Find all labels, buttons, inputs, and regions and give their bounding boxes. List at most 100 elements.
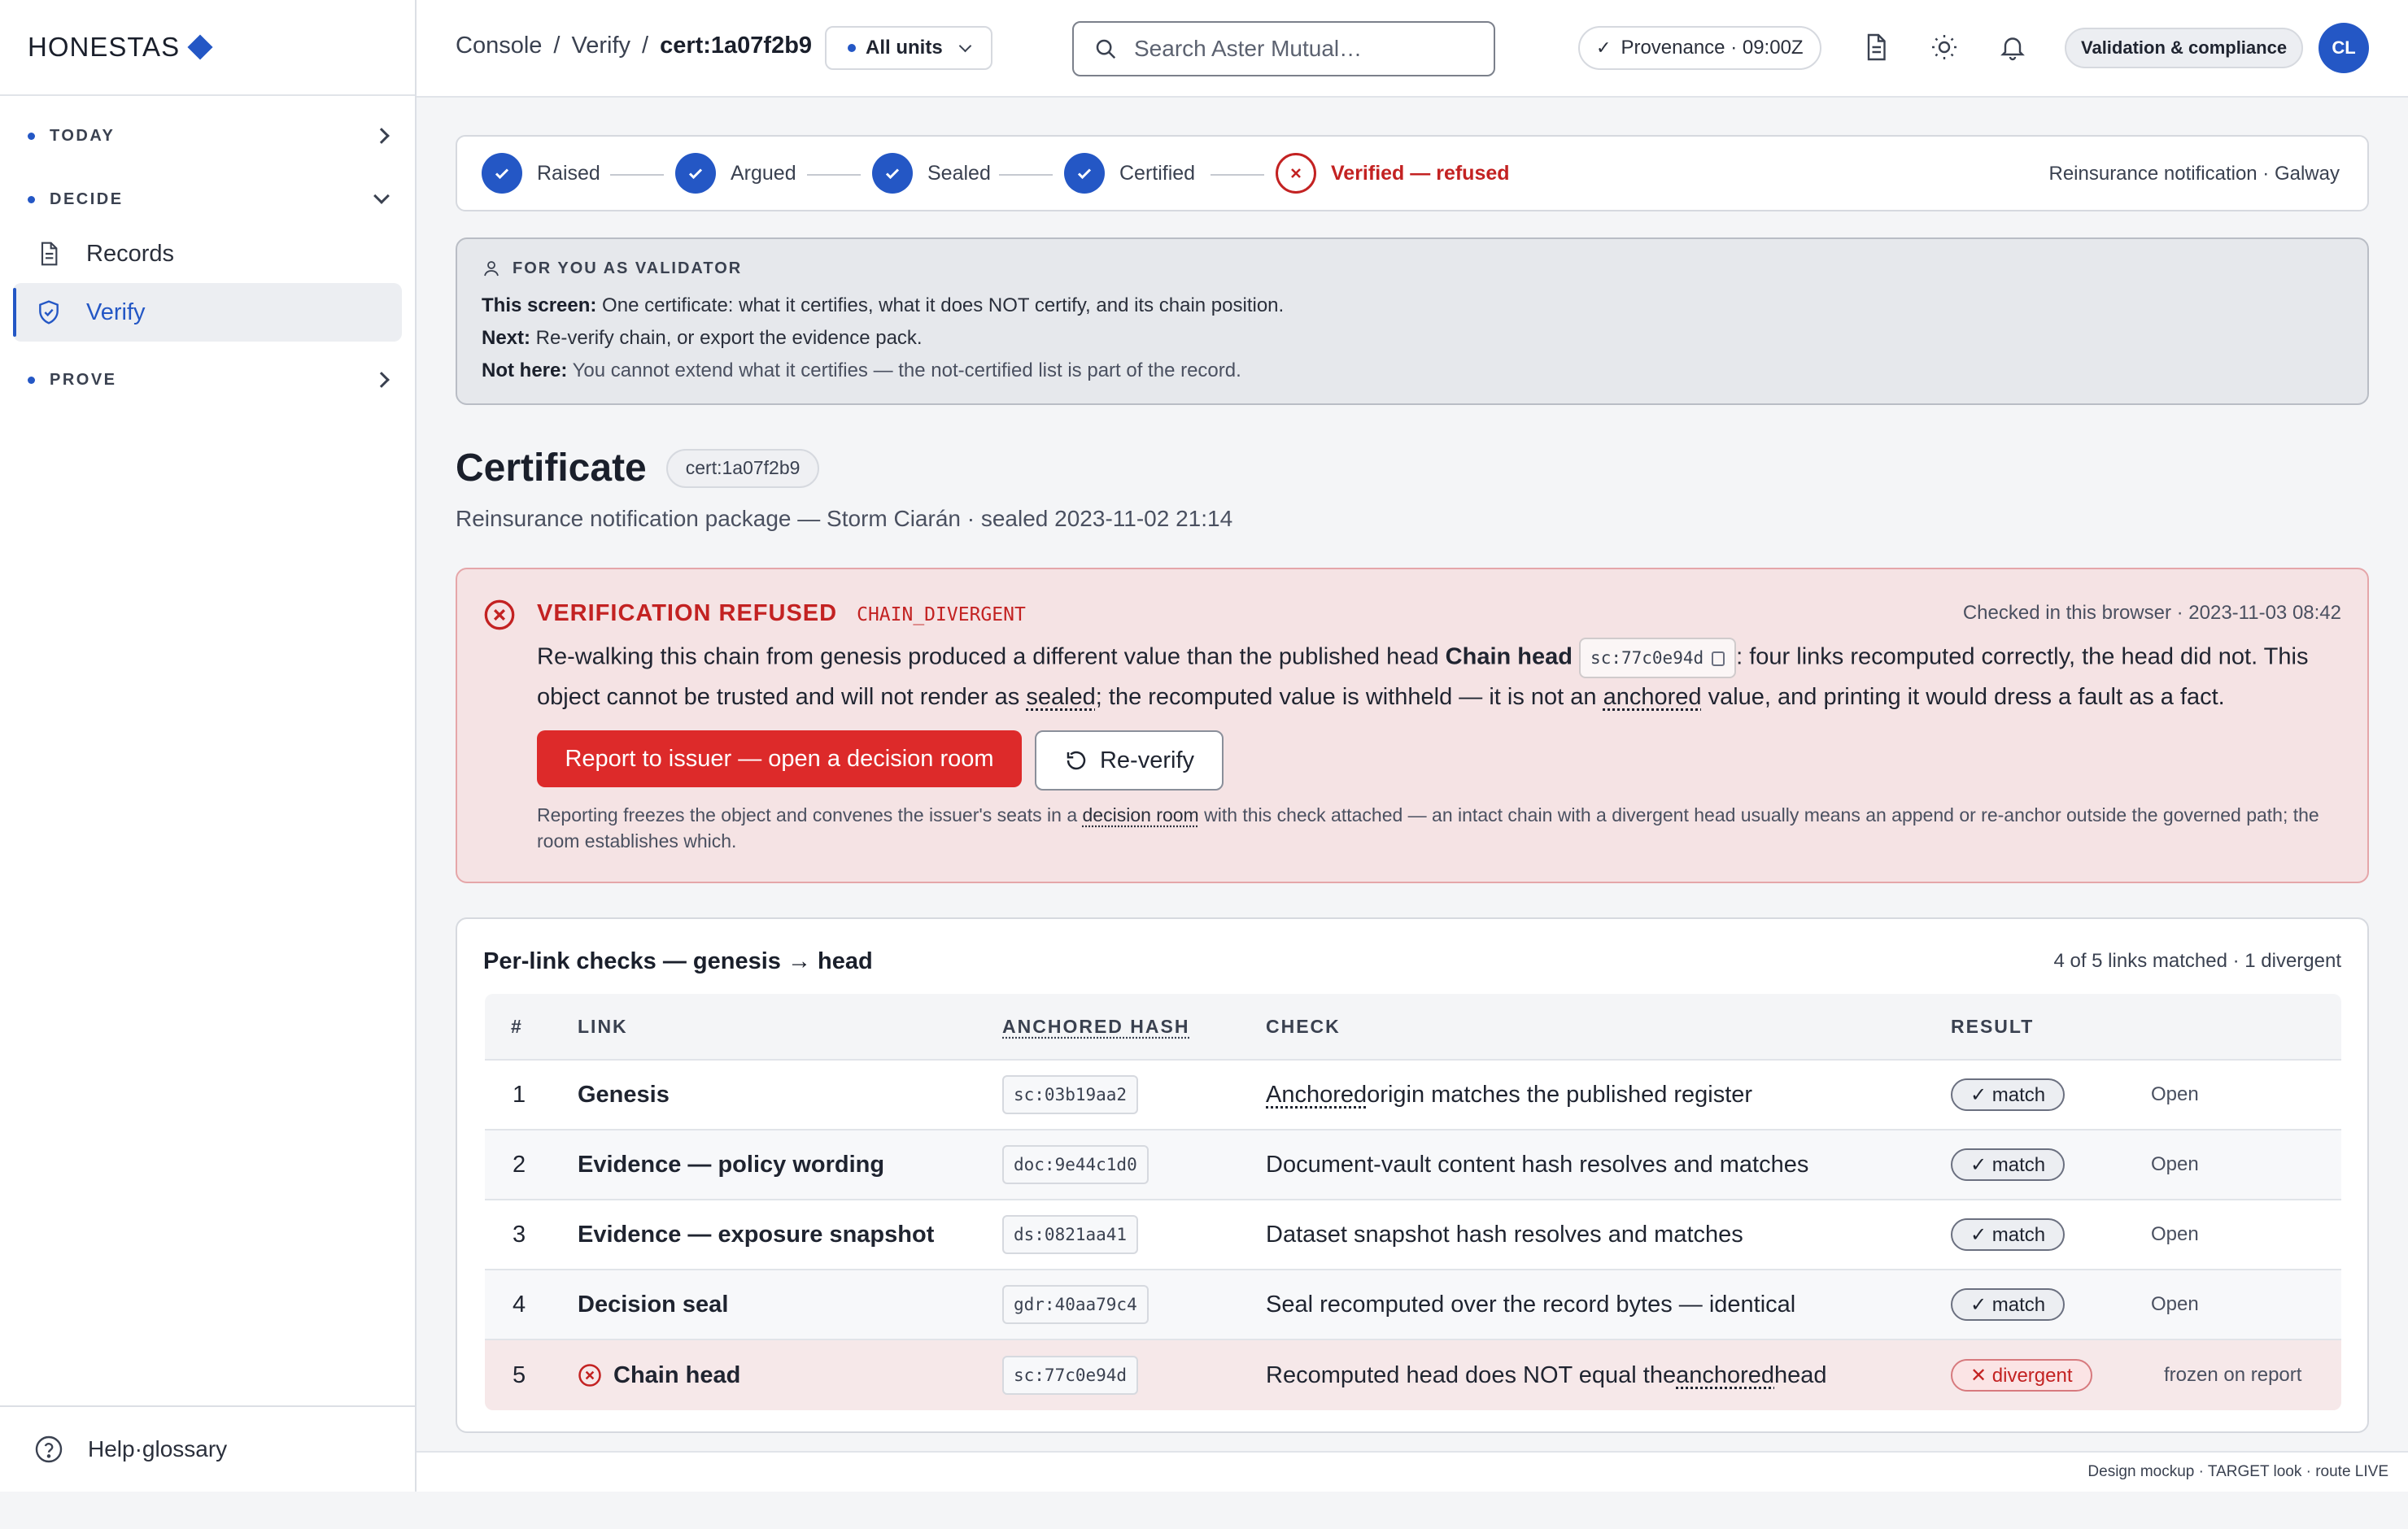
open-link[interactable]: Open xyxy=(2151,1223,2199,1246)
glossary-sealed[interactable]: sealed xyxy=(1026,684,1095,710)
certificate-id-pill[interactable]: cert:1a07f2b9 xyxy=(665,448,820,488)
section-dot-icon xyxy=(28,132,35,140)
open-link[interactable]: Open xyxy=(2151,1153,2199,1176)
row-check: Anchored origin matches the published re… xyxy=(1266,1081,1753,1109)
row-hash[interactable]: doc:9e44c1d0 xyxy=(1002,1145,1149,1184)
stepper-note: Reinsurance notification · Galway xyxy=(2048,163,2340,185)
row-hash[interactable]: sc:03b19aa2 xyxy=(1002,1075,1139,1114)
provenance-label: Provenance · 09:00Z xyxy=(1621,37,1804,59)
row-number: 3 xyxy=(513,1221,526,1248)
avatar[interactable]: CL xyxy=(2319,23,2369,73)
nav-section-label: PROVE xyxy=(50,370,117,389)
checked-timestamp: Checked in this browser · 2023-11-03 08:… xyxy=(1962,602,2341,624)
step-connector xyxy=(1211,174,1264,176)
table-row[interactable]: 4 Decision seal gdr:40aa79c4 Seal recomp… xyxy=(485,1270,2341,1340)
row-hash[interactable]: ds:0821aa41 xyxy=(1002,1215,1139,1254)
chevron-down-icon xyxy=(958,39,971,52)
refusal-footnote: Reporting freezes the object and convene… xyxy=(537,804,2319,852)
row-number: 1 xyxy=(513,1081,526,1108)
per-link-checks-card: Per-link checks — genesis → head 4 of 5 … xyxy=(456,917,2369,1433)
row-check: Document-vault content hash resolves and… xyxy=(1266,1151,1809,1178)
open-link[interactable]: Open xyxy=(2151,1293,2199,1316)
breadcrumb-separator: / xyxy=(642,33,649,59)
glossary-anchored[interactable]: anchored xyxy=(1603,684,1702,710)
sidebar-item-label: Verify xyxy=(86,298,146,325)
check-icon: ✓ xyxy=(1596,37,1612,58)
step-check-icon xyxy=(1064,153,1105,194)
glossary-anchored[interactable]: Anchored xyxy=(1266,1082,1367,1109)
sidebar-item-verify[interactable]: Verify xyxy=(13,283,402,342)
sidebar-item-records[interactable]: Records xyxy=(13,224,402,283)
glossary-anchored[interactable]: anchored xyxy=(1676,1362,1774,1389)
col-number: # xyxy=(511,1015,523,1037)
guidance-line-not-here: Not here: You cannot extend what it cert… xyxy=(482,359,1241,381)
step-connector xyxy=(610,174,664,176)
brand-logo[interactable]: HONESTAS xyxy=(0,0,415,96)
chevron-down-icon xyxy=(373,188,390,204)
status-badge: ✓ match xyxy=(1951,1218,2066,1251)
frozen-on-report-label: frozen on report xyxy=(2164,1364,2302,1386)
chain-head-hash[interactable]: sc:77c0e94d xyxy=(1579,638,1737,678)
footer: Design mockup · TARGET look · route LIVE xyxy=(417,1451,2408,1492)
open-link[interactable]: Open xyxy=(2151,1083,2199,1106)
row-hash[interactable]: sc:77c0e94d xyxy=(1002,1356,1139,1395)
shield-check-icon xyxy=(39,300,59,325)
table-row[interactable]: 1 Genesis sc:03b19aa2 Anchored origin ma… xyxy=(485,1061,2341,1130)
brand-name: HONESTAS xyxy=(28,32,181,62)
breadcrumb-verify[interactable]: Verify xyxy=(571,33,630,59)
verification-refused-panel: VERIFICATION REFUSED CHAIN_DIVERGENT Che… xyxy=(456,568,2369,883)
breadcrumb-current: cert:1a07f2b9 xyxy=(660,33,813,59)
checks-title: Per-link checks — genesis → head xyxy=(483,948,873,974)
copy-icon[interactable] xyxy=(1712,651,1725,666)
lifecycle-stepper: Raised Argued Sealed Certified Verified … xyxy=(456,135,2369,211)
guidance-line-next: Next: Re-verify chain, or export the evi… xyxy=(482,327,923,349)
guidance-heading: FOR YOU AS VALIDATOR xyxy=(513,259,743,277)
document-icon[interactable] xyxy=(1861,33,1891,62)
search-placeholder: Search Aster Mutual… xyxy=(1134,36,1363,61)
nav-section-today[interactable]: TODAY xyxy=(0,117,415,155)
table-row[interactable]: 3 Evidence — exposure snapshot ds:0821aa… xyxy=(485,1200,2341,1270)
bell-icon[interactable] xyxy=(1998,33,2027,62)
theme-sun-icon[interactable] xyxy=(1930,33,1959,62)
row-link: Evidence — policy wording xyxy=(578,1151,885,1178)
row-check: Seal recomputed over the record bytes — … xyxy=(1266,1291,1796,1318)
row-number: 4 xyxy=(513,1291,526,1318)
col-check: CHECK xyxy=(1266,1015,1341,1037)
glossary-decision-room[interactable]: decision room xyxy=(1083,804,1199,825)
table-row[interactable]: 2 Evidence — policy wording doc:9e44c1d0… xyxy=(485,1130,2341,1200)
row-link: Evidence — exposure snapshot xyxy=(578,1221,935,1248)
help-glossary-link[interactable]: Help·glossary xyxy=(0,1405,415,1492)
status-badge: ✓ match xyxy=(1951,1078,2066,1111)
provenance-badge[interactable]: ✓ Provenance · 09:00Z xyxy=(1578,26,1821,70)
nav-section-decide[interactable]: DECIDE xyxy=(0,181,415,218)
row-check: Dataset snapshot hash resolves and match… xyxy=(1266,1221,1743,1248)
row-hash[interactable]: gdr:40aa79c4 xyxy=(1002,1285,1149,1324)
breadcrumb-separator: / xyxy=(553,33,561,59)
refusal-code: CHAIN_DIVERGENT xyxy=(857,604,1026,625)
refusal-title: VERIFICATION REFUSED xyxy=(537,600,838,626)
step-connector xyxy=(807,174,861,176)
step-x-icon xyxy=(1276,153,1316,194)
search-input[interactable]: Search Aster Mutual… xyxy=(1072,21,1495,76)
step-label: Raised xyxy=(537,161,600,185)
breadcrumb-console[interactable]: Console xyxy=(456,33,542,59)
nav-section-label: DECIDE xyxy=(50,189,124,208)
nav-section-prove[interactable]: PROVE xyxy=(0,361,415,399)
chevron-right-icon xyxy=(373,372,390,388)
table-header-row: # LINK ANCHORED HASH CHECK RESULT xyxy=(485,994,2341,1061)
brand-diamond-icon xyxy=(187,34,213,60)
step-argued: Argued xyxy=(675,153,796,194)
reverify-button[interactable]: Re-verify xyxy=(1035,730,1224,791)
status-badge: ✕ divergent xyxy=(1951,1359,2092,1392)
col-anchored-hash[interactable]: ANCHORED HASH xyxy=(1002,994,1189,1059)
checks-summary: 4 of 5 links matched · 1 divergent xyxy=(2053,950,2341,972)
help-circle-icon xyxy=(35,1435,63,1463)
refresh-icon xyxy=(1067,751,1086,770)
report-to-issuer-button[interactable]: Report to issuer — open a decision room xyxy=(537,730,1022,787)
units-dropdown[interactable]: All units xyxy=(825,26,992,70)
row-link: Genesis xyxy=(578,1081,670,1108)
role-badge[interactable]: Validation & compliance xyxy=(2065,28,2304,68)
step-check-icon xyxy=(675,153,716,194)
table-row-divergent[interactable]: 5 Chain head sc:77c0e94d Recomputed head… xyxy=(485,1340,2341,1410)
chain-head-label: Chain head xyxy=(1445,643,1573,670)
